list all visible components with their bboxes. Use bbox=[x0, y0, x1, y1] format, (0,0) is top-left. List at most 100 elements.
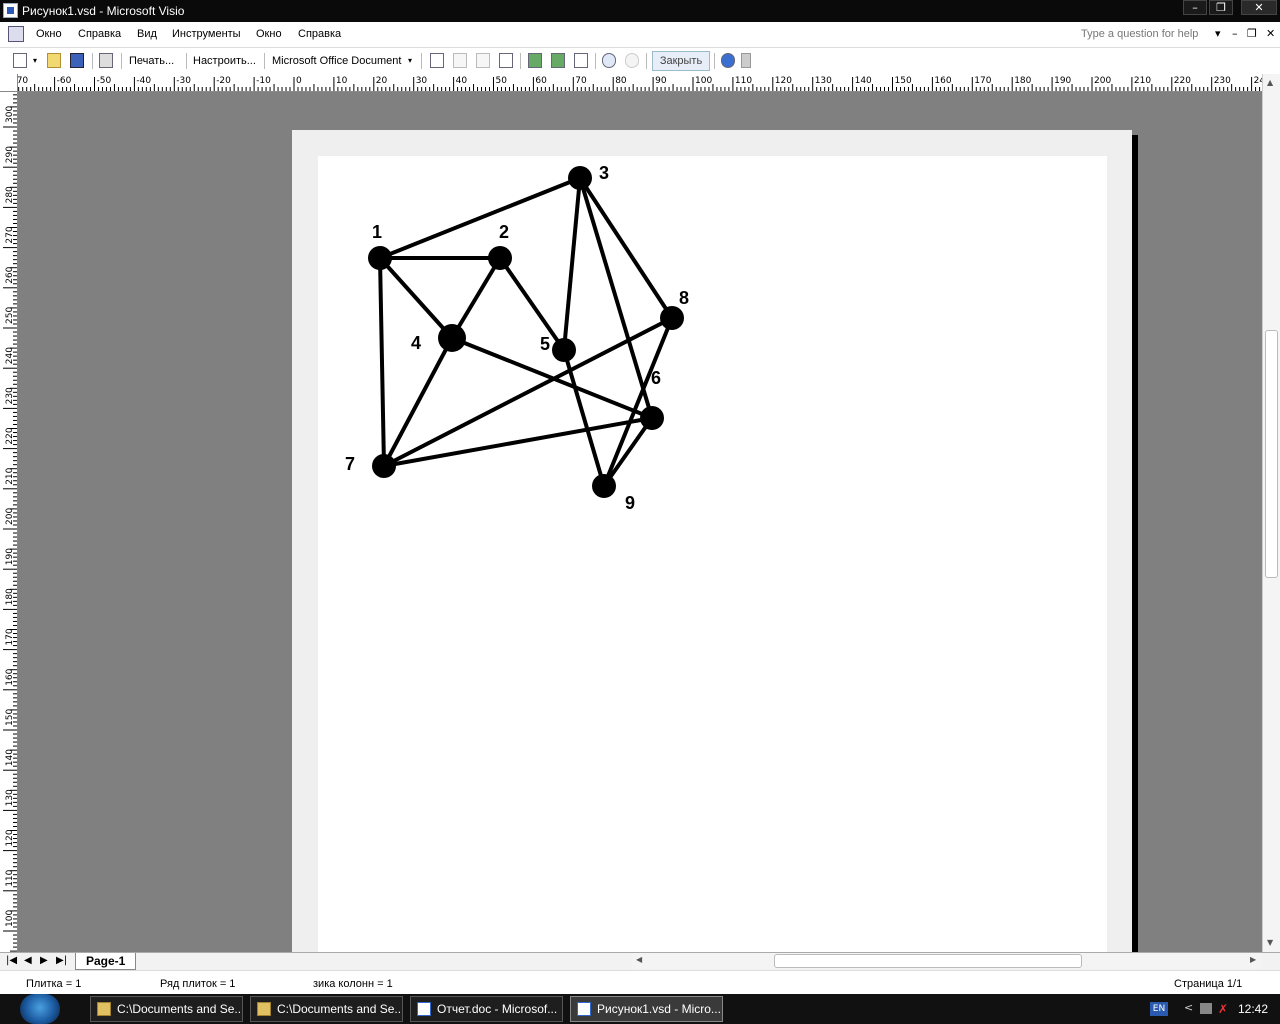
scroll-right-icon[interactable]: ▶ bbox=[1250, 955, 1256, 964]
ruler-label: 240 bbox=[1254, 76, 1262, 86]
ruler-label: 120 bbox=[775, 76, 792, 86]
vertical-ruler: 300 290 280 270 260 250 240 230 220 210 200 190 180 1… bbox=[0, 92, 18, 952]
tray-expand-icon[interactable]: < bbox=[1184, 1001, 1193, 1014]
help-search-input[interactable]: Type a question for help bbox=[1081, 28, 1198, 40]
menu-help[interactable]: Справка bbox=[78, 28, 121, 40]
vertical-scroll-thumb[interactable] bbox=[1265, 330, 1278, 578]
ruler-label: 170 bbox=[974, 76, 991, 86]
menu-window-2[interactable]: Окно bbox=[256, 28, 282, 40]
taskbar-item-visio[interactable]: Рисунок1.vsd - Micro... bbox=[570, 996, 723, 1022]
page-view-icon[interactable] bbox=[574, 53, 588, 68]
drawing-page[interactable] bbox=[318, 156, 1107, 952]
ruler-label: 120 bbox=[5, 829, 15, 846]
last-tab-icon[interactable]: ▶| bbox=[56, 955, 67, 966]
status-row-tiles: Ряд плиток = 1 bbox=[160, 978, 236, 990]
toolbar: ▾ Печать... Настроить... Microsoft Offic… bbox=[0, 48, 1280, 74]
ruler-label: 290 bbox=[5, 146, 15, 163]
menu-tools[interactable]: Инструменты bbox=[172, 28, 241, 40]
new-document-icon[interactable] bbox=[13, 53, 27, 68]
ruler-label: -60 bbox=[57, 76, 72, 86]
vertical-scrollbar[interactable]: ▲ ▼ bbox=[1262, 74, 1280, 952]
ruler-label: 180 bbox=[1014, 76, 1031, 86]
ruler-label: -30 bbox=[176, 76, 191, 86]
volume-icon[interactable]: ✗ bbox=[1218, 1002, 1228, 1016]
taskbar: C:\Documents and Se... C:\Documents and … bbox=[0, 994, 1280, 1024]
restore-button[interactable]: ❐ bbox=[1209, 0, 1233, 15]
ruler-label: 140 bbox=[855, 76, 872, 86]
ruler-label: 20 bbox=[376, 76, 388, 86]
ruler-label: 270 bbox=[5, 226, 15, 243]
toolbar-options-icon[interactable] bbox=[741, 53, 751, 68]
folder-icon bbox=[257, 1002, 271, 1016]
visio-app-icon[interactable] bbox=[3, 3, 18, 18]
close-window-button[interactable]: ✕ bbox=[1241, 0, 1277, 15]
taskbar-item-explorer-1[interactable]: C:\Documents and Se... bbox=[90, 996, 243, 1022]
next-page-icon[interactable] bbox=[476, 53, 490, 68]
ruler-label: 60 bbox=[535, 76, 547, 86]
menu-bar: Окно Справка Вид Инструменты Окно Справк… bbox=[0, 22, 1280, 48]
tab-page-1[interactable]: Page-1 bbox=[75, 953, 137, 970]
printer-dropdown-icon[interactable]: ▾ bbox=[408, 52, 412, 70]
prev-tab-icon[interactable]: ◀ bbox=[24, 955, 32, 966]
single-tile-icon[interactable] bbox=[528, 53, 542, 68]
open-folder-icon[interactable] bbox=[47, 53, 61, 68]
print-button[interactable]: Печать... bbox=[129, 52, 174, 70]
horizontal-ruler: 70 -60 -50 -40 -30 -20 -10 0 10 20 30 40 50 60 70 80 90 1… bbox=[18, 74, 1262, 92]
zoom-out-icon[interactable] bbox=[602, 53, 616, 68]
doc-close-button[interactable]: ✕ bbox=[1266, 27, 1275, 40]
language-indicator[interactable]: EN bbox=[1150, 1002, 1168, 1016]
first-tab-icon[interactable]: |◀ bbox=[6, 955, 17, 966]
setup-button[interactable]: Настроить... bbox=[193, 52, 256, 70]
zoom-in-icon[interactable] bbox=[625, 53, 639, 68]
doc-restore-button[interactable]: ❐ bbox=[1247, 27, 1257, 40]
ruler-label: 70 bbox=[18, 76, 28, 86]
ruler-label: 170 bbox=[5, 628, 15, 645]
horizontal-scroll-thumb[interactable] bbox=[774, 954, 1082, 968]
document-icon[interactable] bbox=[8, 26, 24, 42]
last-page-icon[interactable] bbox=[499, 53, 513, 68]
doc-minimize-button[interactable]: – bbox=[1232, 27, 1238, 40]
help-icon[interactable] bbox=[721, 53, 735, 68]
menu-help-2[interactable]: Справка bbox=[298, 28, 341, 40]
ruler-label: 220 bbox=[1174, 76, 1191, 86]
close-preview-button[interactable]: Закрыть bbox=[652, 51, 710, 71]
status-tile: Плитка = 1 bbox=[26, 978, 82, 990]
taskbar-item-word[interactable]: Отчет.doc - Microsof... bbox=[410, 996, 563, 1022]
previous-page-icon[interactable] bbox=[453, 53, 467, 68]
clock: 12:42 bbox=[1238, 1002, 1269, 1016]
ruler-label: 150 bbox=[895, 76, 912, 86]
minimize-button[interactable]: – bbox=[1183, 0, 1207, 15]
taskbar-item-explorer-2[interactable]: C:\Documents and Se... bbox=[250, 996, 403, 1022]
ruler-label: 210 bbox=[5, 467, 15, 484]
status-bar: Плитка = 1 Ряд плиток = 1 зика колонн = … bbox=[0, 970, 1280, 994]
new-dropdown-icon[interactable]: ▾ bbox=[33, 52, 37, 70]
ruler-label: 180 bbox=[5, 588, 15, 605]
help-dropdown-icon[interactable]: ▾ bbox=[1215, 27, 1221, 40]
horizontal-scrollbar[interactable]: ◀ ▶ bbox=[632, 953, 1262, 969]
scroll-down-icon[interactable]: ▼ bbox=[1267, 938, 1273, 947]
network-icon[interactable] bbox=[1200, 1003, 1212, 1014]
save-icon[interactable] bbox=[70, 53, 84, 68]
ruler-label: 110 bbox=[5, 869, 15, 886]
ruler-label: 190 bbox=[1054, 76, 1071, 86]
printer-select[interactable]: Microsoft Office Document bbox=[272, 52, 406, 70]
first-page-icon[interactable] bbox=[430, 53, 444, 68]
ruler-label: 70 bbox=[575, 76, 587, 86]
ruler-label: 130 bbox=[5, 789, 15, 806]
menu-window[interactable]: Окно bbox=[36, 28, 62, 40]
folder-icon bbox=[97, 1002, 111, 1016]
ruler-label: 210 bbox=[1134, 76, 1151, 86]
ruler-label: 200 bbox=[5, 508, 15, 525]
whole-page-icon[interactable] bbox=[551, 53, 565, 68]
ruler-label: -20 bbox=[216, 76, 231, 86]
scroll-left-icon[interactable]: ◀ bbox=[636, 955, 642, 964]
ruler-label: -50 bbox=[97, 76, 112, 86]
ruler-label: 0 bbox=[296, 76, 302, 86]
menu-view[interactable]: Вид bbox=[137, 28, 157, 40]
start-button[interactable] bbox=[20, 994, 60, 1024]
print-icon[interactable] bbox=[99, 53, 113, 68]
system-tray: EN < ✗ 12:42 bbox=[1142, 994, 1280, 1024]
word-icon bbox=[417, 1002, 431, 1016]
scroll-up-icon[interactable]: ▲ bbox=[1267, 78, 1273, 87]
next-tab-icon[interactable]: ▶ bbox=[40, 955, 48, 966]
